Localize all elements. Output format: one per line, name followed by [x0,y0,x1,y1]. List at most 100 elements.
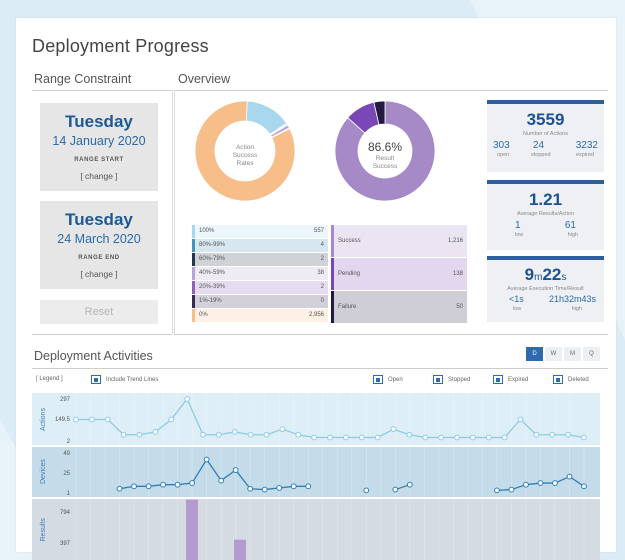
activity-data-point[interactable] [174,481,181,488]
page-title: Deployment Progress [32,36,209,56]
kpi-actions-open: 303 [493,140,510,151]
activity-data-point[interactable] [517,416,524,423]
action-success-table-row: 40%-59% 38 [192,267,328,280]
activity-data-point[interactable] [406,431,413,438]
activity-data-point[interactable] [116,485,123,492]
filter-open-label: Open [388,377,403,383]
range-start-change-link[interactable]: [ change ] [40,171,158,181]
range-end-date: 24 March 2020 [57,232,141,246]
activity-data-point[interactable] [263,431,270,438]
activity-data-point[interactable] [566,473,573,480]
activity-data-point[interactable] [231,429,238,435]
activity-data-point[interactable] [215,431,222,438]
range-start-date: 14 January 2020 [52,134,146,148]
toggle-month[interactable]: M [564,347,581,361]
activity-data-point[interactable] [438,434,445,441]
activity-data-point[interactable] [311,434,318,441]
kpi-average-execution-time: 9m22s Average Execution Time/Result <1s … [487,256,604,322]
activity-data-point[interactable] [88,416,95,423]
activity-data-point[interactable] [501,434,508,441]
activity-data-point[interactable] [392,486,399,493]
filter-expired-checkbox[interactable] [493,375,503,384]
result-success-table-row-value: 138 [452,271,463,277]
activity-data-point[interactable] [363,487,370,494]
action-success-center-label: Action Success Rates [215,144,275,168]
action-success-table-row-color-bar [192,281,195,294]
reset-button[interactable]: Reset [40,300,158,324]
activity-data-point[interactable] [200,431,206,438]
action-success-table-row-color-bar [192,267,195,280]
activity-data-point[interactable] [168,416,175,423]
kpi-results-range: 1 61 [487,220,604,232]
action-success-table-row-value: 2 [320,256,324,262]
filter-stopped-checkbox[interactable] [433,375,443,384]
activity-data-point[interactable] [374,434,381,441]
activity-data-point[interactable] [406,481,413,488]
activity-data-point[interactable] [184,396,191,402]
activity-data-point[interactable] [279,426,286,433]
activity-data-point[interactable] [358,434,365,441]
kpi-results-low-label: low [515,232,524,238]
kpi-average-results: 1.21 Average Results/Action 1 61 low hig… [487,180,604,250]
action-success-table: 100% 557 80%-99% 4 60%-79% 2 40%-59% 38 20%-39% 2… [192,225,328,323]
kpi-actions-expired: 3232 [575,140,598,151]
legend-link[interactable]: [ Legend ] [36,376,63,382]
range-end-change-link[interactable]: [ change ] [40,269,158,279]
activity-data-point[interactable] [120,431,127,438]
activity-data-point[interactable] [494,487,500,494]
activity-data-point[interactable] [523,481,529,488]
activity-data-point[interactable] [537,480,544,486]
action-success-table-row-label: 100% [199,228,215,234]
activity-data-point[interactable] [422,434,429,441]
result-success-table-row: Pending 138 [331,258,467,290]
activity-data-point[interactable] [73,416,79,423]
action-success-table-row: 0% 2,956 [192,309,328,322]
activity-data-point[interactable] [295,431,302,438]
activity-data-point[interactable] [508,486,515,493]
toggle-day[interactable]: D [526,347,543,361]
activity-data-point[interactable] [152,429,159,435]
activity-data-point[interactable] [469,434,476,441]
filter-open-checkbox[interactable] [373,375,383,384]
activity-data-point[interactable] [247,431,254,438]
activity-data-point[interactable] [145,483,152,490]
kpi-actions-captions: open stopped expired [487,152,604,160]
activity-data-point[interactable] [327,434,333,441]
include-trend-lines-checkbox[interactable] [91,375,101,384]
activity-data-point[interactable] [189,480,196,486]
toggle-week[interactable]: W [545,347,562,361]
activity-data-point[interactable] [305,483,312,490]
range-heading-rule [32,90,172,91]
activity-data-point[interactable] [533,431,540,438]
activity-data-point[interactable] [485,434,492,441]
results-bar[interactable] [186,499,198,560]
activity-data-point[interactable] [390,426,397,433]
filter-deleted-checkbox[interactable] [553,375,563,384]
activity-data-point[interactable] [552,480,558,486]
kpi-time-high-label: high [571,306,582,312]
activity-data-point[interactable] [581,434,587,441]
activity-data-point[interactable] [581,483,587,490]
activity-data-point[interactable] [104,416,111,423]
activity-data-point[interactable] [131,483,137,490]
activity-data-point[interactable] [565,431,572,438]
activity-data-point[interactable] [136,431,143,438]
action-success-table-row-label: 40%-59% [199,270,226,276]
activity-data-point[interactable] [276,485,283,491]
kpi-actions-value: 3559 [526,110,565,129]
results-bar[interactable] [234,539,246,560]
activity-data-point[interactable] [203,456,210,463]
kpi-time-range: <1s 21h32m43s [487,294,604,306]
activity-data-point[interactable] [290,483,297,490]
toggle-quarter[interactable]: Q [583,347,600,361]
activity-data-point[interactable] [342,434,349,441]
activity-data-point[interactable] [218,477,225,484]
activity-data-point[interactable] [549,431,556,438]
activity-data-point[interactable] [261,486,268,493]
overview-heading: Overview [178,72,231,86]
activity-data-point[interactable] [247,485,254,492]
activity-data-point[interactable] [232,467,239,473]
activity-data-point[interactable] [454,434,460,441]
activity-data-point[interactable] [160,481,166,488]
kpi-time-low: <1s [509,294,524,304]
